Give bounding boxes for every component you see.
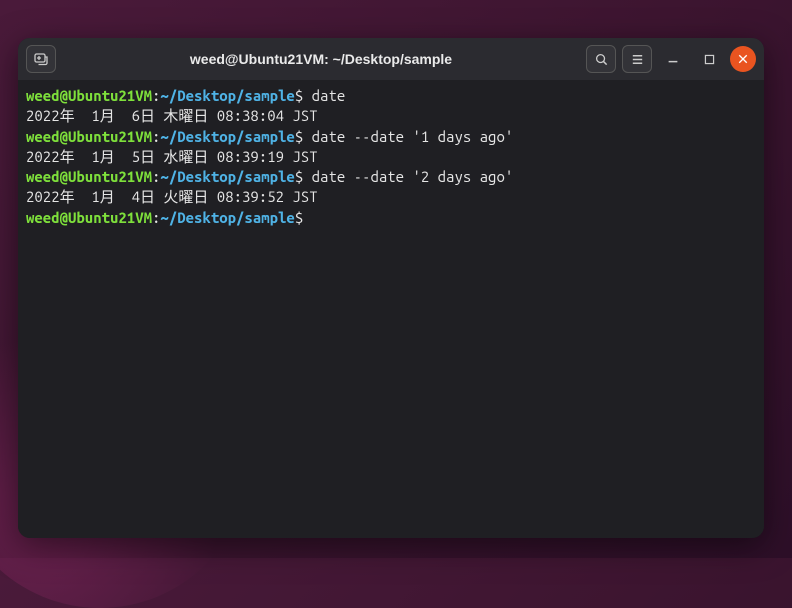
prompt-userhost: weed@Ubuntu21VM [26,209,152,226]
prompt-userhost: weed@Ubuntu21VM [26,128,152,145]
prompt-path: ~/Desktop/sample [160,128,294,145]
command-text: date --date '2 days ago' [312,168,514,185]
prompt-dollar: $ [295,168,312,185]
prompt-dollar: $ [295,209,312,226]
maximize-button[interactable] [694,45,724,73]
prompt-dollar: $ [295,87,312,104]
window-title: weed@Ubuntu21VM: ~/Desktop/sample [62,51,580,67]
search-button[interactable] [586,45,616,73]
titlebar: weed@Ubuntu21VM: ~/Desktop/sample [18,38,764,80]
output-text: 2022年 1月 5日 水曜日 08:39:19 JST [26,148,318,165]
prompt-path: ~/Desktop/sample [160,209,294,226]
maximize-icon [703,53,716,66]
command-text: date --date '1 days ago' [312,128,514,145]
terminal-window: weed@Ubuntu21VM: ~/Desktop/sample [18,38,764,538]
terminal-body[interactable]: weed@Ubuntu21VM:~/Desktop/sample$ date20… [18,80,764,538]
terminal-prompt-line: weed@Ubuntu21VM:~/Desktop/sample$ date -… [26,167,756,187]
hamburger-menu-button[interactable] [622,45,652,73]
prompt-path: ~/Desktop/sample [160,168,294,185]
terminal-output-line: 2022年 1月 5日 水曜日 08:39:19 JST [26,147,756,167]
terminal-output-line: 2022年 1月 6日 木曜日 08:38:04 JST [26,106,756,126]
terminal-prompt-line: weed@Ubuntu21VM:~/Desktop/sample$ date -… [26,127,756,147]
search-icon [594,52,609,67]
terminal-prompt-line: weed@Ubuntu21VM:~/Desktop/sample$ [26,208,756,228]
minimize-button[interactable] [658,45,688,73]
titlebar-controls [586,45,756,73]
terminal-prompt-line: weed@Ubuntu21VM:~/Desktop/sample$ date [26,86,756,106]
close-icon [737,53,749,65]
prompt-userhost: weed@Ubuntu21VM [26,168,152,185]
new-tab-icon [33,51,49,67]
minimize-icon [666,52,680,66]
command-text: date [312,87,346,104]
prompt-userhost: weed@Ubuntu21VM [26,87,152,104]
output-text: 2022年 1月 4日 火曜日 08:39:52 JST [26,188,318,205]
prompt-dollar: $ [295,128,312,145]
terminal-output-line: 2022年 1月 4日 火曜日 08:39:52 JST [26,187,756,207]
prompt-path: ~/Desktop/sample [160,87,294,104]
output-text: 2022年 1月 6日 木曜日 08:38:04 JST [26,107,318,124]
new-tab-button[interactable] [26,45,56,73]
hamburger-icon [630,52,645,67]
close-button[interactable] [730,46,756,72]
